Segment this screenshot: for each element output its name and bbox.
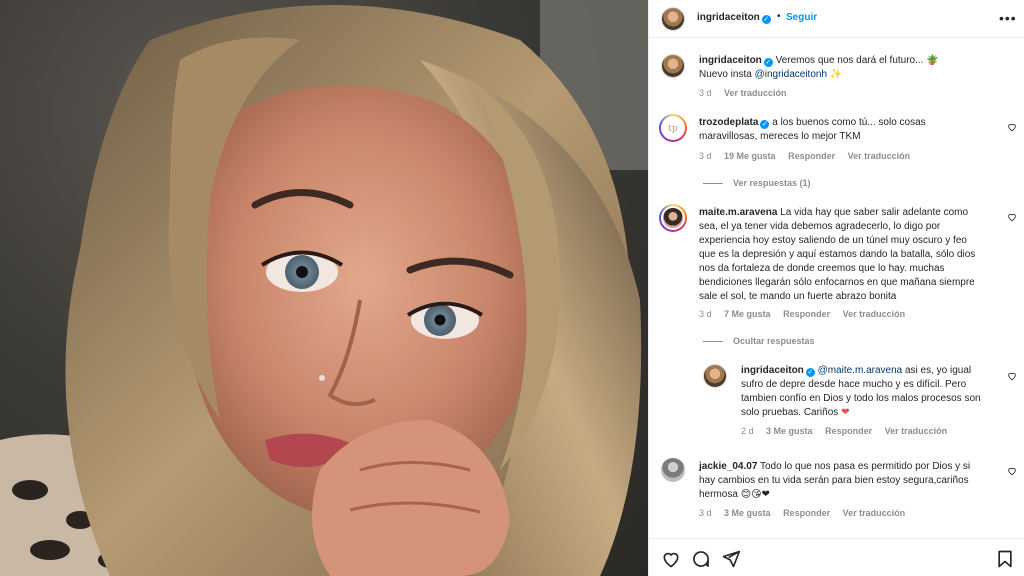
caption-meta: 3 d Ver traducción [699, 88, 797, 98]
comment-text-line: sea, el ya tener vida debemos agradecerl… [699, 221, 941, 232]
bookmark-icon[interactable] [995, 549, 1015, 569]
comment-username[interactable]: maite.m.aravena [699, 207, 777, 218]
more-options-icon[interactable]: ••• [999, 10, 1017, 26]
reply-meta: 2 d 3 Me gusta Responder Ver traducción [741, 426, 957, 436]
selfie-illustration [0, 0, 648, 576]
reply-button[interactable]: Responder [825, 426, 872, 436]
post-action-bar [649, 538, 1024, 576]
red-heart-emoji: ❤ [841, 407, 850, 418]
caption-author-avatar[interactable] [661, 54, 685, 78]
view-replies-toggle[interactable]: Ver respuestas (1) [703, 178, 811, 188]
comment-text-line: bendiciones llegarán sólo enfocarnos en … [699, 277, 975, 288]
comment-1: trozodeplata ✓ a los buenos como tú... so… [699, 116, 989, 144]
trozodeplata-logo-icon: tp [668, 124, 678, 134]
caption: ingridaceiton ✓ Veremos que nos dará el f… [699, 54, 989, 82]
comment-3: jackie_04.07 Todo lo que nos pasa es per… [699, 460, 999, 502]
author-username[interactable]: ingridaceiton [697, 12, 760, 23]
comment-time[interactable]: 3 d [699, 508, 712, 518]
comment-text-line: sufro de depre desde hace mucho y es dif… [741, 379, 967, 390]
verified-badge-icon: ✓ [763, 58, 773, 67]
comment-text-line: maravillosas, mereces lo mejor TKM [699, 131, 861, 142]
comment-meta: 3 d 19 Me gusta Responder Ver traducción [699, 151, 920, 161]
send-icon[interactable] [721, 549, 741, 569]
verified-badge-icon: ✓ [805, 368, 815, 377]
verified-badge-icon: ✓ [760, 120, 770, 129]
comment-meta: 3 d 3 Me gusta Responder Ver traducción [699, 508, 915, 518]
reply-username[interactable]: ingridaceiton [741, 365, 804, 376]
caption-mention-link[interactable]: @ingridaceitonh [755, 69, 827, 80]
comment-text-line: que es la depresión y aquí estamos dando… [699, 249, 976, 260]
comment-like-heart-icon[interactable] [1007, 371, 1017, 381]
translate-link[interactable]: Ver traducción [843, 309, 906, 319]
comment-text-line: tambien confío en Dios y todo los malos … [741, 393, 981, 404]
reply-comment: ingridaceiton ✓ @maite.m.aravena asi es, … [741, 364, 1003, 420]
caption-time[interactable]: 3 d [699, 88, 712, 98]
comment-likes[interactable]: 19 Me gusta [724, 151, 776, 161]
comment-time[interactable]: 2 d [741, 426, 754, 436]
comment-time[interactable]: 3 d [699, 151, 712, 161]
reply-button[interactable]: Responder [783, 309, 830, 319]
comment-text-line: experiencia hoy estoy saliendo de un tún… [699, 235, 967, 246]
instagram-post-view: ingridaceiton ✓ • Seguir ••• ingridaceito… [0, 0, 1024, 576]
author-avatar[interactable] [661, 7, 685, 31]
reply-mention-link[interactable]: @maite.m.aravena [818, 365, 903, 376]
caption-line-1: Veremos que nos dará el futuro... 🪴 [775, 55, 939, 66]
comment-text-line: a los buenos como tú... solo cosas [772, 117, 926, 128]
comment-text-line: solo pruebas. Cariños [741, 407, 842, 418]
author-name-row: ingridaceiton ✓ [697, 12, 771, 24]
translate-link[interactable]: Ver traducción [848, 151, 911, 161]
comment-likes[interactable]: 3 Me gusta [724, 508, 771, 518]
comment-meta: 3 d 7 Me gusta Responder Ver traducción [699, 309, 915, 319]
sparkle-emoji: ✨ [829, 69, 843, 80]
emoji-group: 😊😘❤ [740, 489, 770, 500]
hide-replies-label: Ocultar respuestas [733, 336, 815, 346]
comment-text-line: Todo lo que nos pasa es permitido por Di… [760, 461, 971, 472]
post-side-panel: ingridaceiton ✓ • Seguir ••• ingridaceito… [648, 0, 1024, 576]
comment-text-line: nos da fortaleza de donde creemos que lo… [699, 263, 945, 274]
divider-line [703, 183, 723, 185]
comment-avatar-ring: tp [659, 114, 687, 142]
translate-link[interactable]: Ver traducción [843, 508, 906, 518]
comment-avatar[interactable]: tp [661, 116, 685, 140]
comment-likes[interactable]: 3 Me gusta [766, 426, 813, 436]
caption-line-2: Nuevo insta [699, 69, 755, 80]
reply-button[interactable]: Responder [788, 151, 835, 161]
reply-button[interactable]: Responder [783, 508, 830, 518]
comment-username[interactable]: jackie_04.07 [699, 461, 757, 472]
translate-link[interactable]: Ver traducción [885, 426, 948, 436]
post-header: ingridaceiton ✓ • Seguir ••• [649, 0, 1024, 38]
comment-like-heart-icon[interactable] [1007, 122, 1017, 132]
comment-avatar-ring [659, 204, 687, 232]
caption-username[interactable]: ingridaceiton [699, 55, 762, 66]
separator-dot: • [777, 11, 781, 22]
hide-replies-toggle[interactable]: Ocultar respuestas [703, 336, 815, 346]
reply-avatar[interactable] [703, 364, 727, 388]
comment-username[interactable]: trozodeplata [699, 117, 758, 128]
follow-button[interactable]: Seguir [786, 12, 817, 23]
verified-badge-icon: ✓ [761, 15, 771, 24]
comment-text-line: sale el sol, te mando un fuerte abrazo b… [699, 291, 897, 302]
comment-like-heart-icon[interactable] [1007, 466, 1017, 476]
comment-likes[interactable]: 7 Me gusta [724, 309, 771, 319]
comment-avatar[interactable] [661, 458, 685, 482]
view-replies-label: Ver respuestas (1) [733, 178, 811, 188]
caption-translate-link[interactable]: Ver traducción [724, 88, 787, 98]
comment-like-heart-icon[interactable] [1007, 212, 1017, 222]
comment-text-line: La vida hay que saber salir adelante com… [780, 207, 969, 218]
svg-text:tp: tp [668, 124, 678, 134]
divider-line [703, 341, 723, 343]
comment-text-line: hay cambios en tu vida serán para bien e… [699, 475, 969, 486]
comment-text-line: hermosa [699, 489, 741, 500]
comment-icon[interactable] [691, 549, 711, 569]
comment-2: maite.m.aravena La vida hay que saber sa… [699, 206, 999, 304]
comment-time[interactable]: 3 d [699, 309, 712, 319]
comment-avatar[interactable] [661, 206, 685, 230]
heart-icon[interactable] [661, 549, 681, 569]
post-photo[interactable] [0, 0, 648, 576]
comment-text-line: asi es, yo igual [902, 365, 972, 376]
